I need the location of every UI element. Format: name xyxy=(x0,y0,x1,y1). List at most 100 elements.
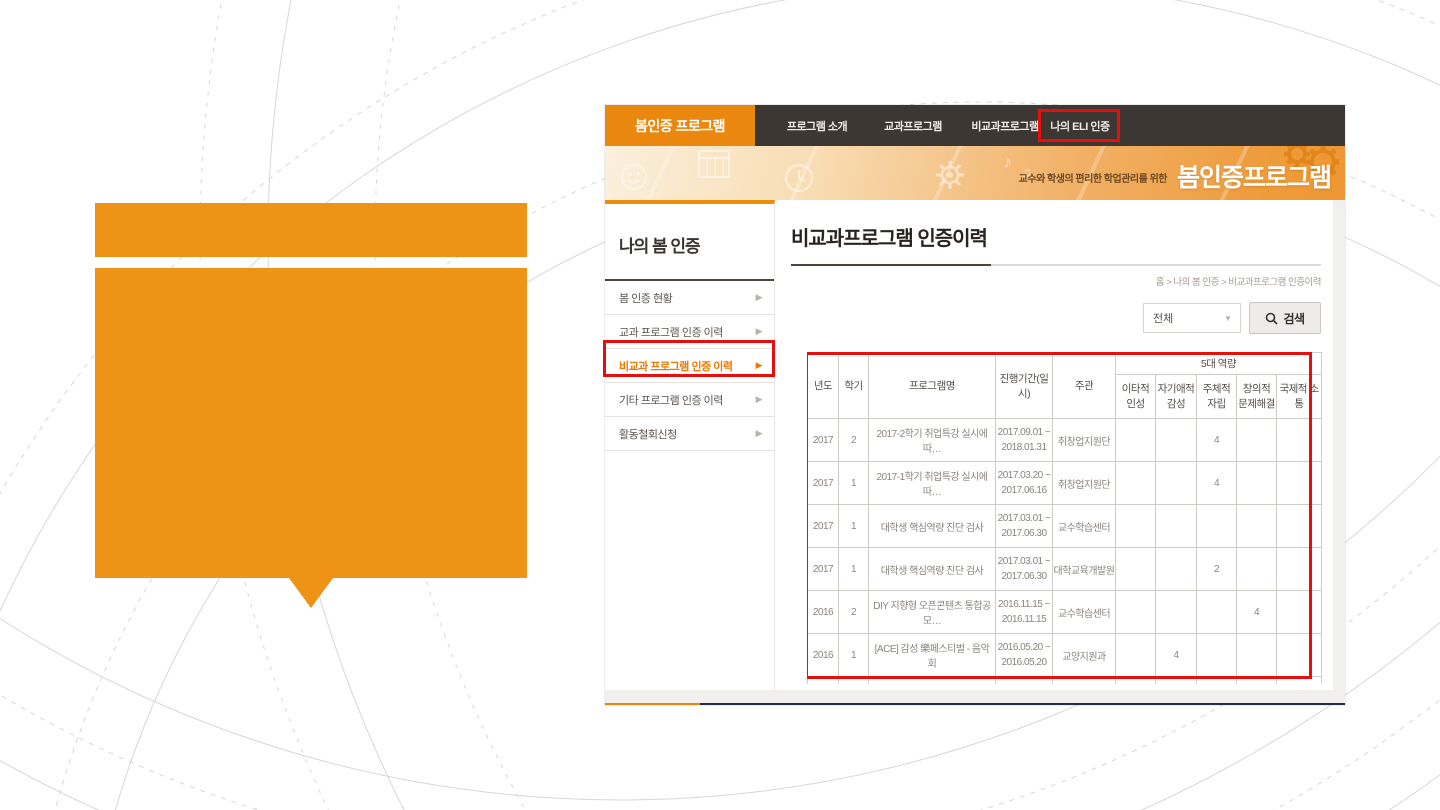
chevron-right-icon: ▶ xyxy=(756,326,762,337)
chevron-right-icon: ▶ xyxy=(756,292,762,303)
cell-score-altruistic xyxy=(1116,462,1156,505)
table-row-partial xyxy=(808,677,1322,685)
cell-host: 교양지원과 xyxy=(1053,634,1116,677)
cell-score-self-emotion xyxy=(1156,505,1197,548)
sidebar-item-other-history[interactable]: 기타 프로그램 인증 이력 ▶ xyxy=(605,383,774,417)
sidebar: 나의 봄 인증 봄 인증 현황 ▶ 교과 프로그램 인증 이력 ▶ 비교과 프로… xyxy=(605,200,775,690)
cell-semester: 2 xyxy=(839,591,869,634)
sidebar-item-label: 기타 프로그램 인증 이력 xyxy=(619,392,723,408)
cell-empty xyxy=(869,677,996,685)
cell-score-independence xyxy=(1197,591,1237,634)
cell-score-self-emotion xyxy=(1156,591,1197,634)
period-end: 2018.01.31 xyxy=(996,440,1052,455)
sidebar-item-bom-status[interactable]: 봄 인증 현황 ▶ xyxy=(605,281,774,315)
cell-empty xyxy=(1116,677,1156,685)
table-row: 2017 1 대학생 핵심역량 진단 검사 2017.03.01 ~ 2017.… xyxy=(808,548,1322,591)
top-nav: 봄인증 프로그램 프로그램 소개 교과프로그램 비교과프로그램 나의 ELI 인… xyxy=(605,105,1345,146)
chevron-down-icon: ▼ xyxy=(1224,314,1232,323)
cell-year: 2017 xyxy=(808,548,839,591)
cell-period: 2017.03.20 ~ 2017.06.16 xyxy=(996,462,1053,505)
sidebar-item-extracurricular-history[interactable]: 비교과 프로그램 인증 이력 ▶ xyxy=(605,349,774,383)
cell-semester: 1 xyxy=(839,548,869,591)
callout-pointer xyxy=(289,578,333,608)
music-note-icon: ♪ xyxy=(1003,152,1012,173)
page-banner: ♪ ♫ 교수와 학생의 편리한 학업관 xyxy=(605,146,1345,200)
cell-score-altruistic xyxy=(1116,419,1156,462)
cell-score-independence: 4 xyxy=(1197,462,1237,505)
cell-program-name: 2017-1학기 취업특강 실시에 따… xyxy=(869,462,996,505)
table-row: 2017 1 2017-1학기 취업특강 실시에 따… 2017.03.20 ~… xyxy=(808,462,1322,505)
table-row: 2017 1 대학생 핵심역량 진단 검사 2017.03.01 ~ 2017.… xyxy=(808,505,1322,548)
cell-host: 교수학습센터 xyxy=(1053,505,1116,548)
period-start: 2016.11.15 ~ xyxy=(996,597,1052,612)
nav-item-curricular[interactable]: 교과프로그램 xyxy=(865,105,961,146)
cell-score-self-emotion xyxy=(1156,548,1197,591)
nav-item-my-eli[interactable]: 나의 ELI 인증 xyxy=(1045,105,1115,146)
cell-year: 2017 xyxy=(808,505,839,548)
col-header-competency-group: 5대 역량 xyxy=(1116,353,1322,375)
cell-score-self-emotion: 4 xyxy=(1156,634,1197,677)
period-start: 2017.03.01 ~ xyxy=(996,554,1052,569)
sidebar-item-curricular-history[interactable]: 교과 프로그램 인증 이력 ▶ xyxy=(605,315,774,349)
col-header-competency-4: 창의적 문제해결 xyxy=(1237,375,1277,419)
table-row: 2016 1 [ACE] 감성 樂페스티벌 - 음악회 2016.05.20 ~… xyxy=(808,634,1322,677)
period-start: 2017.03.01 ~ xyxy=(996,511,1052,526)
nav-item-extracurricular[interactable]: 비교과프로그램 xyxy=(957,105,1053,146)
cell-score-independence: 4 xyxy=(1197,419,1237,462)
banner-brand-title: 봄인증프로그램 xyxy=(1177,158,1331,194)
period-start: 2017.09.01 ~ xyxy=(996,425,1052,440)
period-end: 2017.06.16 xyxy=(996,483,1052,498)
cell-score-creative xyxy=(1237,462,1277,505)
browser-capture: 봄인증 프로그램 프로그램 소개 교과프로그램 비교과프로그램 나의 ELI 인… xyxy=(605,105,1345,705)
cell-score-global xyxy=(1277,634,1322,677)
history-table: 년도 학기 프로그램명 진행기간(일시) 주관 5대 역량 이타적 인성 자기애… xyxy=(807,352,1322,684)
search-button-label: 검색 xyxy=(1283,310,1304,327)
col-header-competency-3: 주체적 자립 xyxy=(1197,375,1237,419)
cell-program-name: DIY 지향형 오픈콘텐츠 통합공모… xyxy=(869,591,996,634)
cell-score-independence xyxy=(1197,505,1237,548)
cell-period: 2017.09.01 ~ 2018.01.31 xyxy=(996,419,1053,462)
filter-controls: 전체 ▼ 검색 xyxy=(791,302,1321,334)
table-row: 2016 2 DIY 지향형 오픈콘텐츠 통합공모… 2016.11.15 ~ … xyxy=(808,591,1322,634)
cell-score-altruistic xyxy=(1116,505,1156,548)
page-footer-edge xyxy=(605,690,1345,705)
col-header-program: 프로그램명 xyxy=(869,353,996,419)
cell-semester: 1 xyxy=(839,634,869,677)
content-area: 나의 봄 인증 봄 인증 현황 ▶ 교과 프로그램 인증 이력 ▶ 비교과 프로… xyxy=(605,200,1345,690)
cell-host: 취창업지원단 xyxy=(1053,419,1116,462)
nav-item-program-intro[interactable]: 프로그램 소개 xyxy=(769,105,865,146)
period-start: 2017.03.20 ~ xyxy=(996,468,1052,483)
chevron-right-icon: ▶ xyxy=(756,428,762,439)
banner-tagline: 교수와 학생의 편리한 학업관리를 위한 xyxy=(1019,170,1167,185)
filter-selected-value: 전체 xyxy=(1153,310,1173,326)
history-table-wrap: 년도 학기 프로그램명 진행기간(일시) 주관 5대 역량 이타적 인성 자기애… xyxy=(807,352,1323,684)
cell-program-name: [ACE] 감성 樂페스티벌 - 음악회 xyxy=(869,634,996,677)
col-header-competency-2: 자기애적 감성 xyxy=(1156,375,1197,419)
cell-year: 2017 xyxy=(808,462,839,505)
cell-host: 교수학습센터 xyxy=(1053,591,1116,634)
site-logo[interactable]: 봄인증 프로그램 xyxy=(605,105,755,146)
cell-score-global xyxy=(1277,548,1322,591)
main-panel: 비교과프로그램 인증이력 홈 > 나의 봄 인증 > 비교과프로그램 인증이력 … xyxy=(775,200,1333,690)
filter-select[interactable]: 전체 ▼ xyxy=(1143,303,1241,333)
cell-empty xyxy=(839,677,869,685)
cell-score-creative xyxy=(1237,419,1277,462)
search-button[interactable]: 검색 xyxy=(1249,302,1321,334)
cell-empty xyxy=(1237,677,1277,685)
page-right-margin xyxy=(1333,200,1345,690)
cell-score-creative xyxy=(1237,634,1277,677)
cell-empty xyxy=(1197,677,1237,685)
cell-empty xyxy=(996,677,1053,685)
table-row: 2017 2 2017-2학기 취업특강 실시에 따… 2017.09.01 ~… xyxy=(808,419,1322,462)
cell-host: 대학교육개발원 xyxy=(1053,548,1116,591)
callout-body xyxy=(95,268,527,578)
search-icon xyxy=(1265,312,1278,325)
cell-score-creative: 4 xyxy=(1237,591,1277,634)
period-end: 2016.11.15 xyxy=(996,612,1052,627)
history-table-body: 2017 2 2017-2학기 취업특강 실시에 따… 2017.09.01 ~… xyxy=(808,419,1322,685)
cell-score-self-emotion xyxy=(1156,462,1197,505)
clock-icon xyxy=(783,162,815,194)
cell-score-altruistic xyxy=(1116,548,1156,591)
sidebar-item-activity-withdrawal[interactable]: 활동철회신청 ▶ xyxy=(605,417,774,451)
cell-period: 2017.03.01 ~ 2017.06.30 xyxy=(996,505,1053,548)
